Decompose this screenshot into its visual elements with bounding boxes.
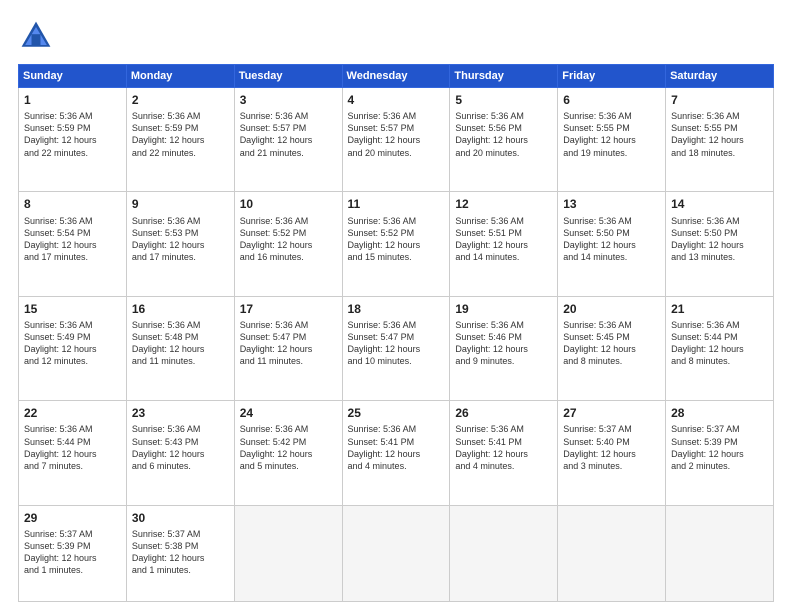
table-row: 8Sunrise: 5:36 AMSunset: 5:54 PMDaylight… bbox=[19, 192, 127, 296]
header bbox=[18, 18, 774, 54]
table-row: 26Sunrise: 5:36 AMSunset: 5:41 PMDayligh… bbox=[450, 401, 558, 505]
table-row: 7Sunrise: 5:36 AMSunset: 5:55 PMDaylight… bbox=[666, 88, 774, 192]
table-row: 2Sunrise: 5:36 AMSunset: 5:59 PMDaylight… bbox=[126, 88, 234, 192]
logo-icon bbox=[18, 18, 54, 54]
week-row-3: 15Sunrise: 5:36 AMSunset: 5:49 PMDayligh… bbox=[19, 296, 774, 400]
week-row-5: 29Sunrise: 5:37 AMSunset: 5:39 PMDayligh… bbox=[19, 505, 774, 601]
col-monday: Monday bbox=[126, 65, 234, 88]
table-row: 1Sunrise: 5:36 AMSunset: 5:59 PMDaylight… bbox=[19, 88, 127, 192]
table-row bbox=[666, 505, 774, 601]
header-row: Sunday Monday Tuesday Wednesday Thursday… bbox=[19, 65, 774, 88]
logo bbox=[18, 18, 60, 54]
table-row: 30Sunrise: 5:37 AMSunset: 5:38 PMDayligh… bbox=[126, 505, 234, 601]
col-tuesday: Tuesday bbox=[234, 65, 342, 88]
col-wednesday: Wednesday bbox=[342, 65, 450, 88]
table-row: 22Sunrise: 5:36 AMSunset: 5:44 PMDayligh… bbox=[19, 401, 127, 505]
col-thursday: Thursday bbox=[450, 65, 558, 88]
table-row bbox=[450, 505, 558, 601]
table-row: 18Sunrise: 5:36 AMSunset: 5:47 PMDayligh… bbox=[342, 296, 450, 400]
table-row: 6Sunrise: 5:36 AMSunset: 5:55 PMDaylight… bbox=[558, 88, 666, 192]
calendar-table: Sunday Monday Tuesday Wednesday Thursday… bbox=[18, 64, 774, 602]
table-row: 21Sunrise: 5:36 AMSunset: 5:44 PMDayligh… bbox=[666, 296, 774, 400]
table-row: 11Sunrise: 5:36 AMSunset: 5:52 PMDayligh… bbox=[342, 192, 450, 296]
table-row: 25Sunrise: 5:36 AMSunset: 5:41 PMDayligh… bbox=[342, 401, 450, 505]
table-row: 24Sunrise: 5:36 AMSunset: 5:42 PMDayligh… bbox=[234, 401, 342, 505]
table-row: 9Sunrise: 5:36 AMSunset: 5:53 PMDaylight… bbox=[126, 192, 234, 296]
table-row: 12Sunrise: 5:36 AMSunset: 5:51 PMDayligh… bbox=[450, 192, 558, 296]
table-row: 14Sunrise: 5:36 AMSunset: 5:50 PMDayligh… bbox=[666, 192, 774, 296]
table-row bbox=[342, 505, 450, 601]
table-row: 4Sunrise: 5:36 AMSunset: 5:57 PMDaylight… bbox=[342, 88, 450, 192]
table-row: 15Sunrise: 5:36 AMSunset: 5:49 PMDayligh… bbox=[19, 296, 127, 400]
table-row: 27Sunrise: 5:37 AMSunset: 5:40 PMDayligh… bbox=[558, 401, 666, 505]
week-row-2: 8Sunrise: 5:36 AMSunset: 5:54 PMDaylight… bbox=[19, 192, 774, 296]
col-sunday: Sunday bbox=[19, 65, 127, 88]
table-row: 13Sunrise: 5:36 AMSunset: 5:50 PMDayligh… bbox=[558, 192, 666, 296]
table-row: 28Sunrise: 5:37 AMSunset: 5:39 PMDayligh… bbox=[666, 401, 774, 505]
table-row: 29Sunrise: 5:37 AMSunset: 5:39 PMDayligh… bbox=[19, 505, 127, 601]
week-row-1: 1Sunrise: 5:36 AMSunset: 5:59 PMDaylight… bbox=[19, 88, 774, 192]
col-friday: Friday bbox=[558, 65, 666, 88]
table-row: 5Sunrise: 5:36 AMSunset: 5:56 PMDaylight… bbox=[450, 88, 558, 192]
page: Sunday Monday Tuesday Wednesday Thursday… bbox=[0, 0, 792, 612]
table-row: 17Sunrise: 5:36 AMSunset: 5:47 PMDayligh… bbox=[234, 296, 342, 400]
table-row: 20Sunrise: 5:36 AMSunset: 5:45 PMDayligh… bbox=[558, 296, 666, 400]
table-row: 19Sunrise: 5:36 AMSunset: 5:46 PMDayligh… bbox=[450, 296, 558, 400]
table-row: 10Sunrise: 5:36 AMSunset: 5:52 PMDayligh… bbox=[234, 192, 342, 296]
table-row bbox=[234, 505, 342, 601]
table-row: 23Sunrise: 5:36 AMSunset: 5:43 PMDayligh… bbox=[126, 401, 234, 505]
table-row: 3Sunrise: 5:36 AMSunset: 5:57 PMDaylight… bbox=[234, 88, 342, 192]
week-row-4: 22Sunrise: 5:36 AMSunset: 5:44 PMDayligh… bbox=[19, 401, 774, 505]
table-row: 16Sunrise: 5:36 AMSunset: 5:48 PMDayligh… bbox=[126, 296, 234, 400]
table-row bbox=[558, 505, 666, 601]
col-saturday: Saturday bbox=[666, 65, 774, 88]
